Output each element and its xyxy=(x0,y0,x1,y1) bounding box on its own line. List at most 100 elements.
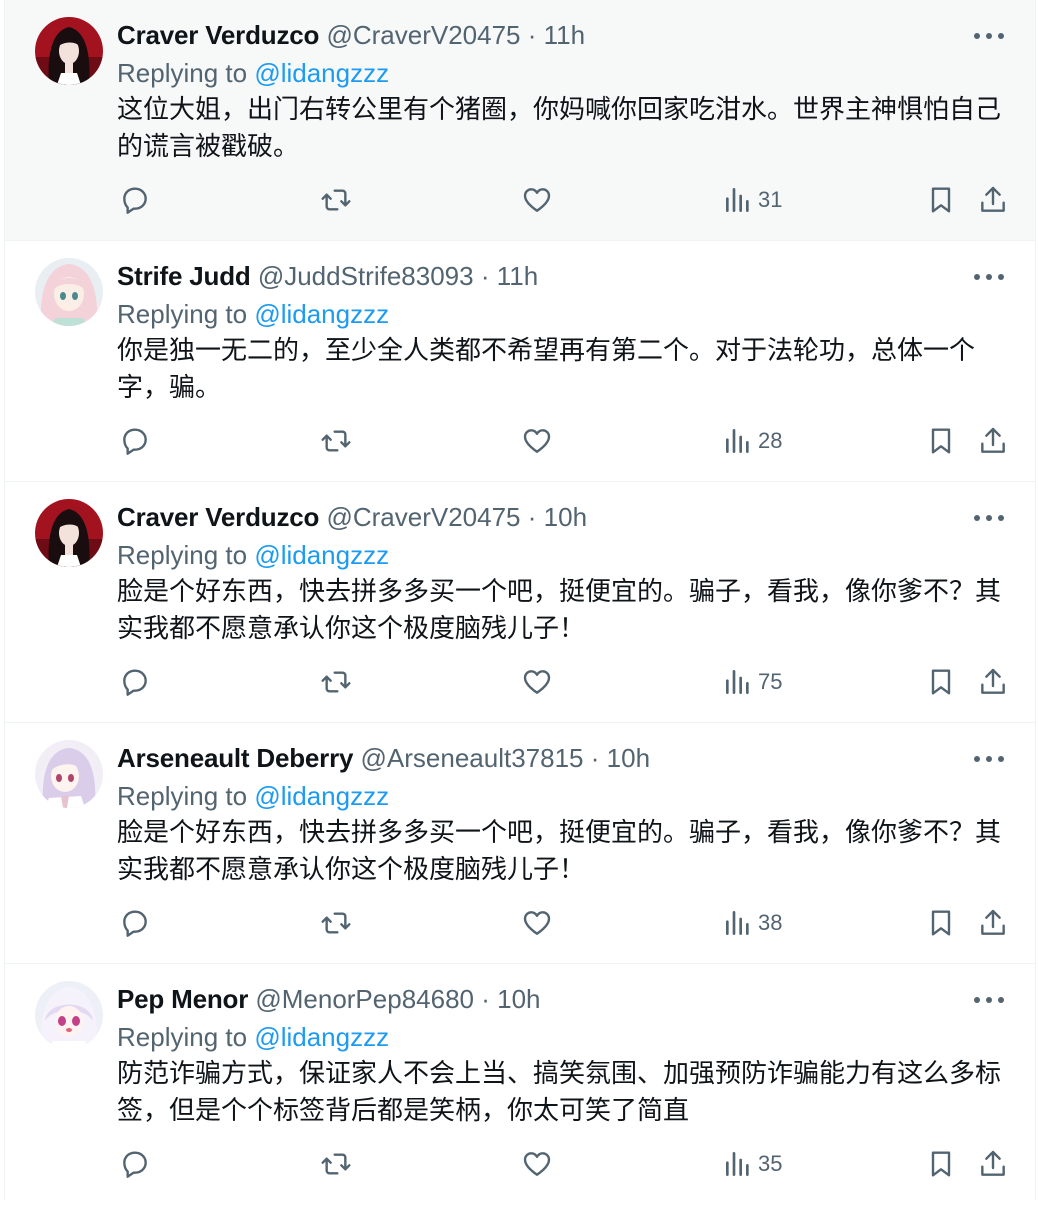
like-button[interactable] xyxy=(521,180,553,220)
retweet-button[interactable] xyxy=(320,662,352,702)
timestamp[interactable]: 10h xyxy=(607,743,650,773)
bookmark-button[interactable] xyxy=(925,903,957,943)
more-icon[interactable] xyxy=(969,504,1009,532)
display-name[interactable]: Craver Verduzco xyxy=(117,20,319,50)
action-bar: 75 xyxy=(117,662,1015,702)
view-count: 38 xyxy=(758,910,783,935)
share-button[interactable] xyxy=(977,1144,1009,1184)
views-button[interactable]: 31 xyxy=(722,180,782,220)
avatar[interactable] xyxy=(35,17,103,85)
views-button[interactable]: 28 xyxy=(722,421,782,461)
user-handle[interactable]: @MenorPep84680 xyxy=(255,984,474,1014)
more-icon[interactable] xyxy=(969,22,1009,50)
tweet-header: Craver Verduzco @CraverV20475 · 11h xyxy=(117,16,945,54)
separator-dot: · xyxy=(527,502,537,532)
retweet-icon xyxy=(321,912,351,934)
avatar[interactable] xyxy=(35,740,103,808)
views-icon xyxy=(726,429,749,453)
retweet-button[interactable] xyxy=(320,1144,352,1184)
reply-button[interactable] xyxy=(119,662,151,702)
bookmark-icon xyxy=(931,428,951,454)
replying-to: Replying to @lidangzzz xyxy=(117,778,389,814)
user-handle[interactable]: @CraverV20475 xyxy=(326,502,520,532)
retweet-icon xyxy=(321,1153,351,1175)
like-button[interactable] xyxy=(521,903,553,943)
avatar[interactable] xyxy=(35,499,103,567)
more-icon[interactable] xyxy=(969,263,1009,291)
display-name[interactable]: Pep Menor xyxy=(117,984,248,1014)
share-button[interactable] xyxy=(977,903,1009,943)
tweet-header: Pep Menor @MenorPep84680 · 10h xyxy=(117,980,945,1018)
display-name[interactable]: Arseneault Deberry xyxy=(117,743,353,773)
tweet[interactable]: Arseneault Deberry @Arseneault37815 · 10… xyxy=(5,723,1035,964)
tweet-text: 防范诈骗方式，保证家人不会上当、搞笑氛围、加强预防诈骗能力有这么多标签，但是个个… xyxy=(117,1059,1002,1126)
separator-dot: · xyxy=(527,20,537,50)
mention-link[interactable]: @lidangzzz xyxy=(254,1022,389,1052)
reply-button[interactable] xyxy=(119,1144,151,1184)
views-button[interactable]: 38 xyxy=(722,903,782,943)
action-bar: 35 xyxy=(117,1144,1015,1184)
retweet-icon xyxy=(321,430,351,452)
timestamp[interactable]: 10h xyxy=(544,502,587,532)
mention-link[interactable]: @lidangzzz xyxy=(254,540,389,570)
more-icon[interactable] xyxy=(969,986,1009,1014)
like-button[interactable] xyxy=(521,662,553,702)
action-bar: 28 xyxy=(117,421,1015,461)
bookmark-button[interactable] xyxy=(925,1144,957,1184)
reply-button[interactable] xyxy=(119,903,151,943)
mention-link[interactable]: @lidangzzz xyxy=(254,58,389,88)
like-button[interactable] xyxy=(521,1144,553,1184)
avatar[interactable] xyxy=(35,258,103,326)
views-icon xyxy=(726,911,749,935)
replying-to-label: Replying to xyxy=(117,781,248,811)
reply-icon xyxy=(123,669,147,696)
retweet-button[interactable] xyxy=(320,180,352,220)
tweet[interactable]: Pep Menor @MenorPep84680 · 10h Replying … xyxy=(5,964,1035,1205)
replying-to: Replying to @lidangzzz xyxy=(117,55,389,91)
reply-icon xyxy=(123,910,147,937)
views-button[interactable]: 35 xyxy=(722,1144,782,1184)
bookmark-button[interactable] xyxy=(925,662,957,702)
bookmark-button[interactable] xyxy=(925,421,957,461)
retweet-button[interactable] xyxy=(320,903,352,943)
views-button[interactable]: 75 xyxy=(722,662,782,702)
user-handle[interactable]: @Arseneault37815 xyxy=(361,743,584,773)
retweet-button[interactable] xyxy=(320,421,352,461)
reply-feed: Craver Verduzco @CraverV20475 · 11h Repl… xyxy=(4,0,1036,1205)
mention-link[interactable]: @lidangzzz xyxy=(254,299,389,329)
reply-button[interactable] xyxy=(119,421,151,461)
tweet[interactable]: Strife Judd @JuddStrife83093 · 11h Reply… xyxy=(5,241,1035,482)
timestamp[interactable]: 11h xyxy=(497,261,538,291)
like-icon xyxy=(523,188,551,212)
avatar[interactable] xyxy=(35,981,103,1049)
share-icon xyxy=(981,427,1005,453)
like-icon xyxy=(523,670,551,694)
bookmark-button[interactable] xyxy=(925,180,957,220)
bookmark-icon xyxy=(931,1151,951,1177)
bookmark-icon xyxy=(931,910,951,936)
timestamp[interactable]: 10h xyxy=(497,984,540,1014)
tweet-header: Craver Verduzco @CraverV20475 · 10h xyxy=(117,498,945,536)
retweet-icon xyxy=(321,189,351,211)
reply-button[interactable] xyxy=(119,180,151,220)
display-name[interactable]: Strife Judd xyxy=(117,261,251,291)
more-icon[interactable] xyxy=(969,745,1009,773)
share-button[interactable] xyxy=(977,180,1009,220)
replying-to-label: Replying to xyxy=(117,1022,248,1052)
action-bar: 31 xyxy=(117,180,1015,220)
user-handle[interactable]: @JuddStrife83093 xyxy=(258,261,474,291)
bookmark-icon xyxy=(931,187,951,213)
replying-to-label: Replying to xyxy=(117,540,248,570)
timestamp[interactable]: 11h xyxy=(544,20,585,50)
share-button[interactable] xyxy=(977,421,1009,461)
tweet[interactable]: Craver Verduzco @CraverV20475 · 10h Repl… xyxy=(5,482,1035,723)
user-handle[interactable]: @CraverV20475 xyxy=(326,20,520,50)
replying-to: Replying to @lidangzzz xyxy=(117,1019,389,1055)
like-button[interactable] xyxy=(521,421,553,461)
share-button[interactable] xyxy=(977,662,1009,702)
views-icon xyxy=(726,1152,749,1176)
share-icon xyxy=(981,909,1005,935)
display-name[interactable]: Craver Verduzco xyxy=(117,502,319,532)
tweet[interactable]: Craver Verduzco @CraverV20475 · 11h Repl… xyxy=(5,0,1035,241)
mention-link[interactable]: @lidangzzz xyxy=(254,781,389,811)
